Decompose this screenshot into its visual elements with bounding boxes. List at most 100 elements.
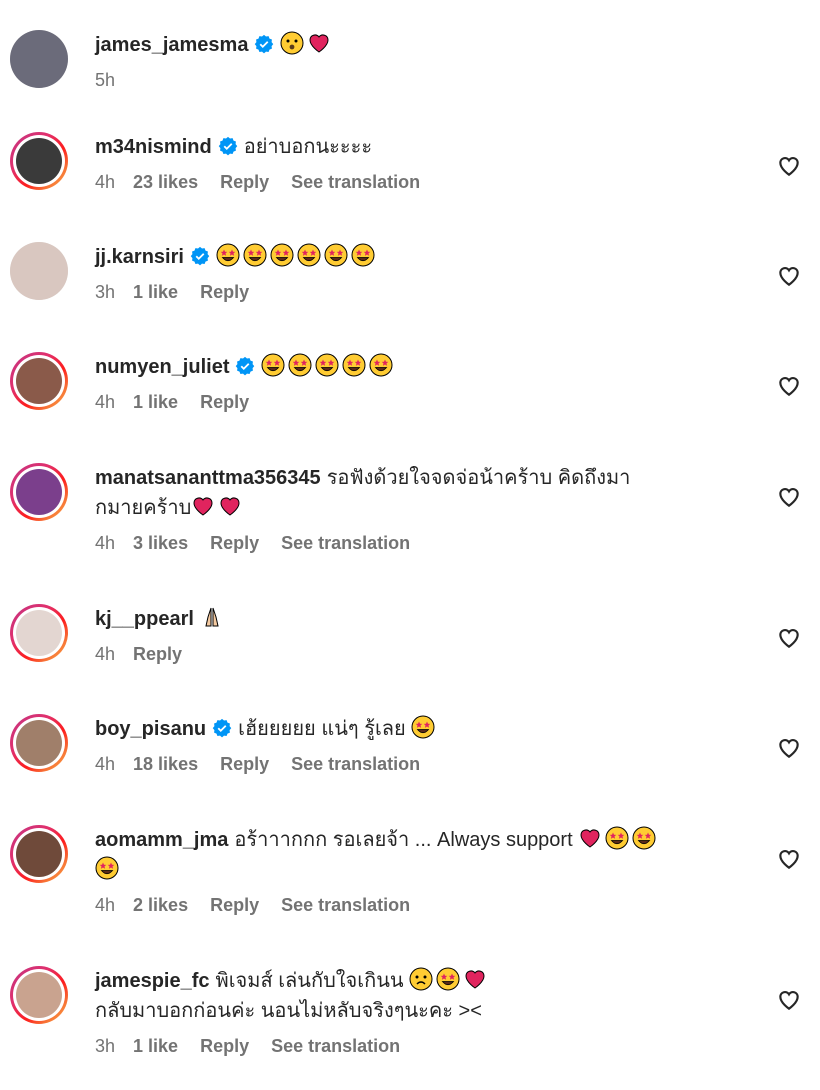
like-heart-icon[interactable] — [776, 625, 802, 651]
comment-text-line: aomamm_jma อร้าาากกก รอเลยจ้า ... Always … — [95, 825, 750, 855]
comment-text-line: boy_pisanu เฮ้ยยยยย แน่ๆ รู้เลย — [95, 714, 750, 744]
verified-badge-icon — [218, 135, 238, 156]
comment-username[interactable]: james_jamesma — [95, 34, 248, 56]
avatar[interactable] — [10, 30, 68, 88]
see-translation-link[interactable]: See translation — [281, 895, 410, 915]
avatar[interactable] — [10, 352, 68, 410]
comment-time[interactable]: 4h — [95, 533, 115, 553]
comment-time[interactable]: 4h — [95, 644, 115, 664]
likes-count[interactable]: 1 like — [133, 1036, 178, 1056]
verified-badge-icon — [212, 717, 232, 738]
comment-time[interactable]: 4h — [95, 392, 115, 412]
comment-time[interactable]: 4h — [95, 172, 115, 192]
comment-meta: 4h 23 likes Reply See translation — [95, 172, 750, 193]
likes-count[interactable]: 1 like — [133, 282, 178, 302]
comment-username[interactable]: manatsananttma356345 — [95, 467, 321, 489]
heart-emoji-icon — [307, 31, 331, 55]
reply-button[interactable]: Reply — [200, 1036, 249, 1056]
comment-meta: 3h 1 like Reply — [95, 282, 750, 303]
avatar[interactable] — [10, 132, 68, 190]
comment-time[interactable]: 3h — [95, 282, 115, 302]
starstruck-emoji-icon — [605, 826, 629, 850]
starstruck-emoji-icon — [270, 243, 294, 267]
comment-text-line: jamespie_fc พิเจมส์ เล่นกับใจเกินน — [95, 966, 750, 996]
comment-username[interactable]: boy_pisanu — [95, 718, 206, 740]
likes-count[interactable]: 3 likes — [133, 533, 188, 553]
verified-badge-icon — [235, 355, 255, 376]
starstruck-emoji-icon — [351, 243, 375, 267]
avatar[interactable] — [10, 966, 68, 1024]
heart-emoji-icon — [578, 826, 602, 850]
comment-username[interactable]: aomamm_jma — [95, 829, 228, 851]
comment-meta: 4h 3 likes Reply See translation — [95, 533, 750, 554]
starstruck-emoji-icon — [369, 353, 393, 377]
starstruck-emoji-icon — [315, 353, 339, 377]
comment-body: aomamm_jma อร้าาากกก รอเลยจ้า ... Always … — [95, 825, 750, 916]
comment-body: m34nismind อย่าบอกนะะะะ 4h 23 likes Reply Se… — [95, 132, 750, 193]
verified-badge-icon — [254, 33, 274, 54]
comment-text: รอฟังด้วยใจจดจ่อน้าคร้าบ คิดถึงมา — [326, 467, 631, 489]
comment-body: kj__ppearl 4h Reply — [95, 604, 750, 665]
pray-emoji-icon — [200, 605, 224, 629]
starstruck-emoji-icon — [297, 243, 321, 267]
like-heart-icon[interactable] — [776, 153, 802, 179]
comment-body: numyen_juliet 4h 1 like Reply — [95, 352, 750, 413]
reply-button[interactable]: Reply — [220, 754, 269, 774]
heart-emoji-icon — [463, 967, 487, 991]
likes-count[interactable]: 2 likes — [133, 895, 188, 915]
like-heart-icon[interactable] — [776, 263, 802, 289]
reply-button[interactable]: Reply — [210, 895, 259, 915]
comment-username[interactable]: m34nismind — [95, 136, 212, 158]
comment-list: james_jamesma 5h m34nismind อย่าบอกนะะะะ 4h… — [0, 0, 820, 1090]
comment-username[interactable]: kj__ppearl — [95, 608, 194, 630]
avatar[interactable] — [10, 825, 68, 883]
comment-text-line-2: กลับมาบอกก่อนค่ะ นอนไม่หลับจริงๆนะคะ >< — [95, 996, 750, 1026]
like-heart-icon[interactable] — [776, 373, 802, 399]
comment-text-line-2 — [95, 855, 750, 885]
comment-text: เฮ้ยยยยย แน่ๆ รู้เลย — [238, 718, 412, 740]
comment-time[interactable]: 4h — [95, 895, 115, 915]
avatar[interactable] — [10, 714, 68, 772]
comment-username[interactable]: jj.karnsiri — [95, 246, 184, 268]
comment-username[interactable]: numyen_juliet — [95, 356, 229, 378]
see-translation-link[interactable]: See translation — [291, 172, 420, 192]
like-heart-icon[interactable] — [776, 846, 802, 872]
comment-body: james_jamesma 5h — [95, 30, 750, 91]
avatar[interactable] — [10, 463, 68, 521]
comment-username[interactable]: jamespie_fc — [95, 970, 210, 992]
surprised-emoji-icon — [280, 31, 304, 55]
frown-emoji-icon — [409, 967, 433, 991]
like-heart-icon[interactable] — [776, 484, 802, 510]
comment-body: manatsananttma356345 รอฟังด้วยใจจดจ่อน้าค… — [95, 463, 750, 554]
comment-text-line: james_jamesma — [95, 30, 750, 60]
starstruck-emoji-icon — [411, 715, 435, 739]
comment-time[interactable]: 4h — [95, 754, 115, 774]
starstruck-emoji-icon — [288, 353, 312, 377]
reply-button[interactable]: Reply — [200, 282, 249, 302]
reply-button[interactable]: Reply — [133, 644, 182, 664]
comment-text-continued: กลับมาบอกก่อนค่ะ นอนไม่หลับจริงๆนะคะ >< — [95, 1000, 482, 1022]
comment-time[interactable]: 5h — [95, 70, 115, 90]
comment-meta: 4h 18 likes Reply See translation — [95, 754, 750, 775]
starstruck-emoji-icon — [632, 826, 656, 850]
likes-count[interactable]: 1 like — [133, 392, 178, 412]
reply-button[interactable]: Reply — [200, 392, 249, 412]
avatar[interactable] — [10, 604, 68, 662]
like-heart-icon[interactable] — [776, 735, 802, 761]
comment-time[interactable]: 3h — [95, 1036, 115, 1056]
heart-emoji-icon — [191, 494, 215, 518]
like-heart-icon[interactable] — [776, 987, 802, 1013]
comment-text-line: m34nismind อย่าบอกนะะะะ — [95, 132, 750, 162]
reply-button[interactable]: Reply — [210, 533, 259, 553]
reply-button[interactable]: Reply — [220, 172, 269, 192]
comment-body: jj.karnsiri 3h 1 like Reply — [95, 242, 750, 303]
see-translation-link[interactable]: See translation — [271, 1036, 400, 1056]
likes-count[interactable]: 18 likes — [133, 754, 198, 774]
see-translation-link[interactable]: See translation — [281, 533, 410, 553]
comment-body: boy_pisanu เฮ้ยยยยย แน่ๆ รู้เลย 4h 18 like… — [95, 714, 750, 775]
likes-count[interactable]: 23 likes — [133, 172, 198, 192]
starstruck-emoji-icon — [216, 243, 240, 267]
comment-text-line-2: กมายคร้าบ — [95, 493, 750, 523]
see-translation-link[interactable]: See translation — [291, 754, 420, 774]
avatar[interactable] — [10, 242, 68, 300]
